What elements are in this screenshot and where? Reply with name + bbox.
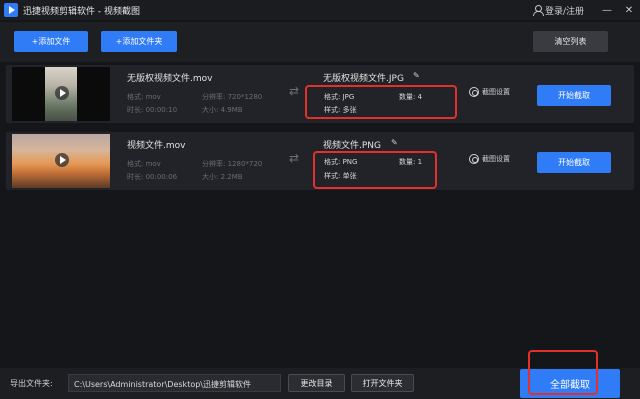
- app-window: 迅捷视频剪辑软件 - 视频截图 登录/注册 — ✕ +添加文件 +添加文件夹 清…: [0, 0, 640, 399]
- close-button[interactable]: ✕: [618, 0, 640, 20]
- output-name: 无版权视频文件.JPG: [323, 74, 404, 84]
- app-logo-icon: [4, 3, 18, 17]
- highlight-box-row2: [313, 151, 437, 189]
- clear-list-button[interactable]: 清空列表: [533, 31, 608, 52]
- gear-icon: [469, 87, 479, 97]
- play-icon[interactable]: [55, 86, 69, 100]
- login-link[interactable]: 登录/注册: [545, 4, 584, 17]
- toolbar: +添加文件 +添加文件夹 清空列表: [0, 22, 640, 62]
- file-name: 视频文件.mov: [127, 141, 186, 151]
- export-folder-label: 导出文件夹:: [10, 379, 53, 388]
- screenshot-settings-button[interactable]: 截图设置: [469, 87, 510, 97]
- format-label: 格式: mov: [127, 160, 161, 168]
- swap-arrows-icon: ⇄: [289, 84, 300, 98]
- resolution-label: 分辨率: 720*1280: [202, 93, 263, 101]
- change-directory-button[interactable]: 更改目录: [288, 374, 345, 392]
- format-label: 格式: mov: [127, 93, 161, 101]
- settings-label: 截图设置: [482, 155, 510, 163]
- gear-icon: [469, 154, 479, 164]
- output-name: 视频文件.PNG: [323, 141, 381, 151]
- video-thumbnail: [12, 67, 110, 121]
- minimize-button[interactable]: —: [596, 0, 618, 20]
- size-label: 大小: 4.9MB: [202, 106, 243, 114]
- title-bar: 迅捷视频剪辑软件 - 视频截图 登录/注册 — ✕: [0, 0, 640, 20]
- resolution-label: 分辨率: 1280*720: [202, 160, 263, 168]
- add-file-button[interactable]: +添加文件: [14, 31, 88, 52]
- start-capture-button[interactable]: 开始截取: [537, 85, 611, 106]
- file-name: 无版权视频文件.mov: [127, 74, 213, 84]
- highlight-box-capture-all: [528, 350, 598, 395]
- swap-arrows-icon: ⇄: [289, 151, 300, 165]
- size-label: 大小: 2.2MB: [202, 173, 243, 181]
- title-bar-right: 登录/注册 — ✕: [532, 0, 640, 20]
- user-icon[interactable]: [532, 5, 544, 16]
- duration-label: 时长: 00:00:06: [127, 173, 178, 181]
- highlight-box-row1: [305, 85, 457, 119]
- duration-label: 时长: 00:00:10: [127, 106, 178, 114]
- add-folder-button[interactable]: +添加文件夹: [101, 31, 177, 52]
- video-thumbnail: [12, 134, 110, 188]
- window-title: 迅捷视频剪辑软件 - 视频截图: [23, 6, 140, 17]
- start-capture-button[interactable]: 开始截取: [537, 152, 611, 173]
- export-path-field[interactable]: C:\Users\Administrator\Desktop\迅捷剪辑软件: [68, 374, 281, 392]
- open-folder-button[interactable]: 打开文件夹: [351, 374, 414, 392]
- edit-icon[interactable]: ✎: [413, 71, 420, 80]
- play-icon[interactable]: [55, 153, 69, 167]
- screenshot-settings-button[interactable]: 截图设置: [469, 154, 510, 164]
- edit-icon[interactable]: ✎: [391, 138, 398, 147]
- settings-label: 截图设置: [482, 88, 510, 96]
